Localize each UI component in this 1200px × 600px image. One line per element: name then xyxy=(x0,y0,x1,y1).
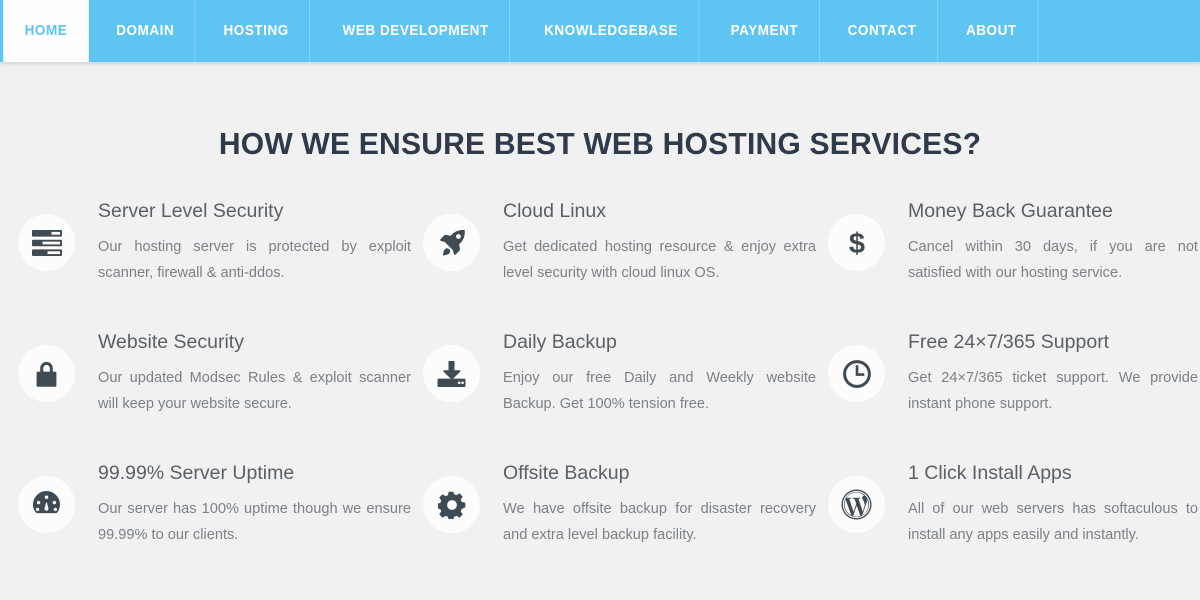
feature-title: 1 Click Install Apps xyxy=(908,462,1072,484)
feature-body: Offsite Backup We have offsite backup for… xyxy=(503,462,828,548)
feature-body: Website Security Our updated Modsec Rules… xyxy=(98,331,423,417)
feature-description: All of our web servers has softaculous t… xyxy=(908,501,1198,543)
nav-item-home[interactable]: HOME xyxy=(3,0,89,62)
feature-body: Cloud Linux Get dedicated hosting resourc… xyxy=(503,200,828,286)
server-rack-icon xyxy=(18,214,75,271)
feature-body: Money Back Guarantee Cancel within 30 day… xyxy=(908,200,1200,286)
feature-card: Server Level Security Our hosting server … xyxy=(18,200,423,331)
download-drive-icon xyxy=(423,345,480,402)
feature-body: 1 Click Install Apps All of our web serve… xyxy=(908,462,1200,548)
feature-description: Our server has 100% uptime though we ens… xyxy=(98,501,411,543)
feature-description: Get dedicated hosting resource & enjoy e… xyxy=(503,239,816,281)
feature-card: 1 Click Install Apps All of our web serve… xyxy=(828,462,1200,593)
feature-title: Website Security xyxy=(98,331,244,353)
feature-title: 99.99% Server Uptime xyxy=(98,462,295,484)
feature-card: Offsite Backup We have offsite backup for… xyxy=(423,462,828,593)
nav-item-hosting[interactable]: HOSTING xyxy=(203,0,311,62)
features-section: HOW WE ENSURE BEST WEB HOSTING SERVICES?… xyxy=(0,126,1200,593)
feature-card: 99.99% Server Uptime Our server has 100% … xyxy=(18,462,423,593)
feature-card: Cloud Linux Get dedicated hosting resourc… xyxy=(423,200,828,331)
nav-item-domain[interactable]: DOMAIN xyxy=(96,0,196,62)
feature-card: Website Security Our updated Modsec Rules… xyxy=(18,331,423,462)
page-title: HOW WE ENSURE BEST WEB HOSTING SERVICES? xyxy=(218,126,982,161)
feature-body: 99.99% Server Uptime Our server has 100% … xyxy=(98,462,423,548)
nav-item-contact[interactable]: CONTACT xyxy=(828,0,939,62)
svg-text:$: $ xyxy=(848,228,864,258)
feature-title: Free 24×7/365 Support xyxy=(908,331,1110,353)
feature-title: Daily Backup xyxy=(503,331,617,353)
navbar-filler xyxy=(1042,0,1200,62)
feature-title: Cloud Linux xyxy=(503,200,606,222)
feature-card: Free 24×7/365 Support Get 24×7/365 ticket… xyxy=(828,331,1200,462)
feature-body: Free 24×7/365 Support Get 24×7/365 ticket… xyxy=(908,331,1200,417)
feature-title: Money Back Guarantee xyxy=(908,200,1113,222)
gauge-icon xyxy=(18,476,75,533)
clock-icon xyxy=(828,345,885,402)
feature-title: Offsite Backup xyxy=(503,462,630,484)
feature-body: Server Level Security Our hosting server … xyxy=(98,200,423,286)
gear-icon xyxy=(423,476,480,533)
feature-description: Enjoy our free Daily and Weekly website … xyxy=(503,370,816,412)
feature-description: We have offsite backup for disaster reco… xyxy=(503,501,816,543)
feature-description: Cancel within 30 days, if you are not sa… xyxy=(908,239,1198,281)
feature-description: Our updated Modsec Rules & exploit scann… xyxy=(98,370,411,412)
wordpress-icon xyxy=(828,476,885,533)
rocket-icon xyxy=(423,214,480,271)
nav-item-web-development[interactable]: WEB DEVELOPMENT xyxy=(322,0,510,62)
padlock-icon xyxy=(18,345,75,402)
feature-card: $ Money Back Guarantee Cancel within 30 da… xyxy=(828,200,1200,331)
nav-item-knowledgebase[interactable]: KNOWLEDGEBASE xyxy=(523,0,700,62)
nav-item-about[interactable]: ABOUT xyxy=(946,0,1039,62)
feature-title: Server Level Security xyxy=(98,200,284,222)
feature-description: Our hosting server is protected by explo… xyxy=(98,239,411,281)
dollar-sign-icon: $ xyxy=(828,214,885,271)
feature-description: Get 24×7/365 ticket support. We provide … xyxy=(908,370,1198,412)
features-grid: Server Level Security Our hosting server … xyxy=(0,200,1200,593)
nav-item-payment[interactable]: PAYMENT xyxy=(710,0,820,62)
feature-body: Daily Backup Enjoy our free Daily and Wee… xyxy=(503,331,828,417)
main-navigation: HOME DOMAIN HOSTING WEB DEVELOPMENT KNOWLEDG… xyxy=(0,0,1200,62)
feature-card: Daily Backup Enjoy our free Daily and Wee… xyxy=(423,331,828,462)
